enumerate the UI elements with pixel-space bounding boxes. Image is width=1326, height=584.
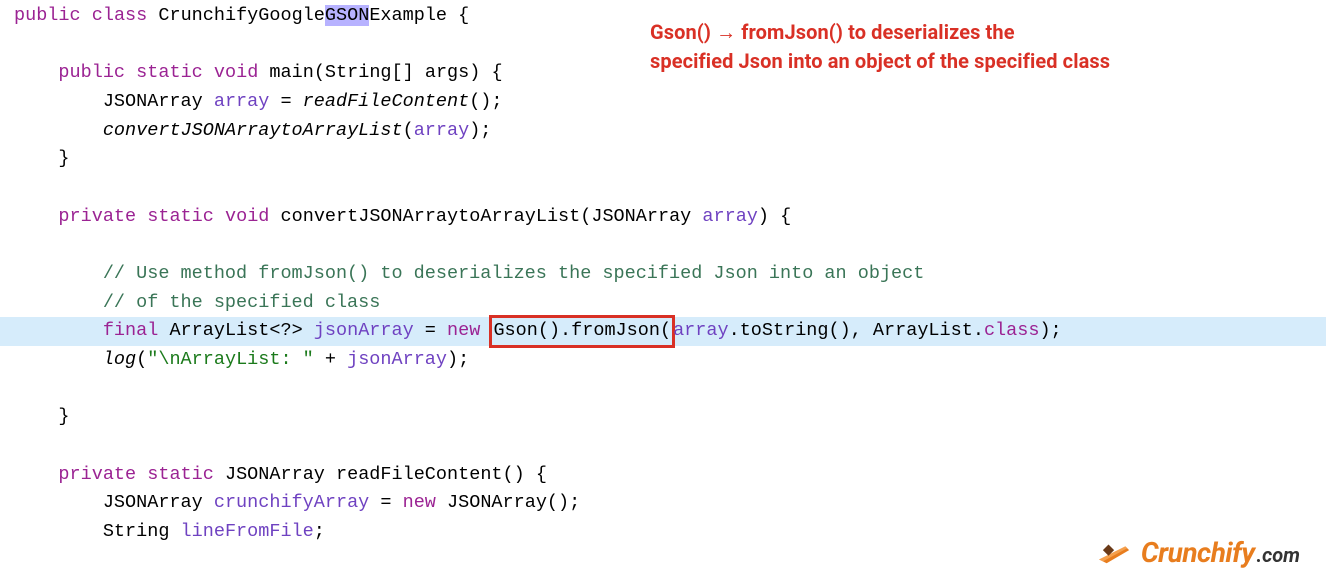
annotation-line-2: specified Json into an object of the spe… bbox=[650, 47, 1306, 76]
class-name-pre: CrunchifyGoogle bbox=[158, 5, 325, 26]
assign: = bbox=[414, 320, 447, 341]
annotation: Gson() → fromJson() to deserializes the … bbox=[650, 18, 1306, 76]
variable: array bbox=[214, 91, 270, 112]
variable: jsonArray bbox=[347, 349, 447, 370]
code-line: } bbox=[0, 403, 1326, 432]
method-sig: main(String[] args) { bbox=[258, 62, 502, 83]
code-line-blank bbox=[0, 174, 1326, 203]
kw-private: private bbox=[58, 206, 136, 227]
code-line: log("\nArrayList: " + jsonArray); bbox=[0, 346, 1326, 375]
code-line-blank bbox=[0, 432, 1326, 461]
code-line: } bbox=[0, 145, 1326, 174]
kw-void: void bbox=[214, 62, 258, 83]
comment: // Use method fromJson() to deserializes… bbox=[14, 263, 924, 284]
assign: = bbox=[269, 91, 302, 112]
code-line-comment: // Use method fromJson() to deserializes… bbox=[0, 260, 1326, 289]
kw-class: class bbox=[92, 5, 148, 26]
method-call: log bbox=[103, 349, 136, 370]
logo-icon bbox=[1097, 537, 1135, 567]
code-line: convertJSONArraytoArrayList(array); bbox=[0, 117, 1326, 146]
variable: array bbox=[702, 206, 758, 227]
kw-new: new bbox=[447, 320, 480, 341]
kw-class-lit: class bbox=[984, 320, 1040, 341]
kw-void: void bbox=[225, 206, 269, 227]
code-line-comment: // of the specified class bbox=[0, 289, 1326, 318]
logo-tld: .com bbox=[1257, 540, 1301, 571]
plus: + bbox=[314, 349, 347, 370]
variable: lineFromFile bbox=[181, 521, 314, 542]
string-literal: "\nArrayList: " bbox=[147, 349, 314, 370]
code-line-blank bbox=[0, 231, 1326, 260]
kw-public: public bbox=[14, 5, 81, 26]
variable: jsonArray bbox=[314, 320, 414, 341]
variable: crunchifyArray bbox=[214, 492, 369, 513]
logo: Crunchify .com bbox=[1097, 531, 1300, 574]
annotation-line-1: Gson() → fromJson() to deserializes the bbox=[650, 18, 1306, 47]
kw-static: static bbox=[147, 206, 214, 227]
type: JSONArray bbox=[14, 492, 214, 513]
code-line: JSONArray array = readFileContent(); bbox=[0, 88, 1326, 117]
code-line: private static void convertJSONArraytoAr… bbox=[0, 203, 1326, 232]
code-line: JSONArray crunchifyArray = new JSONArray… bbox=[0, 489, 1326, 518]
text: .toString(), ArrayList. bbox=[729, 320, 984, 341]
assign: = bbox=[369, 492, 402, 513]
method-sig: JSONArray readFileContent() { bbox=[214, 464, 547, 485]
method-call: readFileContent bbox=[303, 91, 470, 112]
tail: ) { bbox=[758, 206, 791, 227]
type: ArrayList<?> bbox=[158, 320, 313, 341]
method-call: convertJSONArraytoArrayList bbox=[103, 120, 403, 141]
class-name-selection: GSON bbox=[325, 5, 369, 26]
type: String bbox=[14, 521, 181, 542]
tail: ); bbox=[1039, 320, 1061, 341]
variable: array bbox=[414, 120, 470, 141]
comment: // of the specified class bbox=[14, 292, 380, 313]
kw-public: public bbox=[58, 62, 125, 83]
code-line: private static JSONArray readFileContent… bbox=[0, 461, 1326, 490]
tail: ; bbox=[314, 521, 325, 542]
variable: array bbox=[673, 320, 729, 341]
tail: ); bbox=[447, 349, 469, 370]
class-name-post: Example { bbox=[369, 5, 469, 26]
tail: JSONArray(); bbox=[436, 492, 580, 513]
kw-static: static bbox=[147, 464, 214, 485]
kw-final: final bbox=[103, 320, 159, 341]
code-line-highlighted: final ArrayList<?> jsonArray = new Gson(… bbox=[0, 317, 1326, 346]
type: JSONArray bbox=[14, 91, 214, 112]
logo-name: Crunchify bbox=[1141, 531, 1255, 574]
code-line-blank bbox=[0, 375, 1326, 404]
red-highlight-box: Gson().fromJson( bbox=[491, 317, 673, 346]
method-name: convertJSONArraytoArrayList(JSONArray bbox=[269, 206, 702, 227]
kw-new: new bbox=[403, 492, 436, 513]
code-block: public class CrunchifyGoogleGSONExample … bbox=[0, 2, 1326, 547]
kw-private: private bbox=[58, 464, 136, 485]
kw-static: static bbox=[136, 62, 203, 83]
tail: (); bbox=[469, 91, 502, 112]
